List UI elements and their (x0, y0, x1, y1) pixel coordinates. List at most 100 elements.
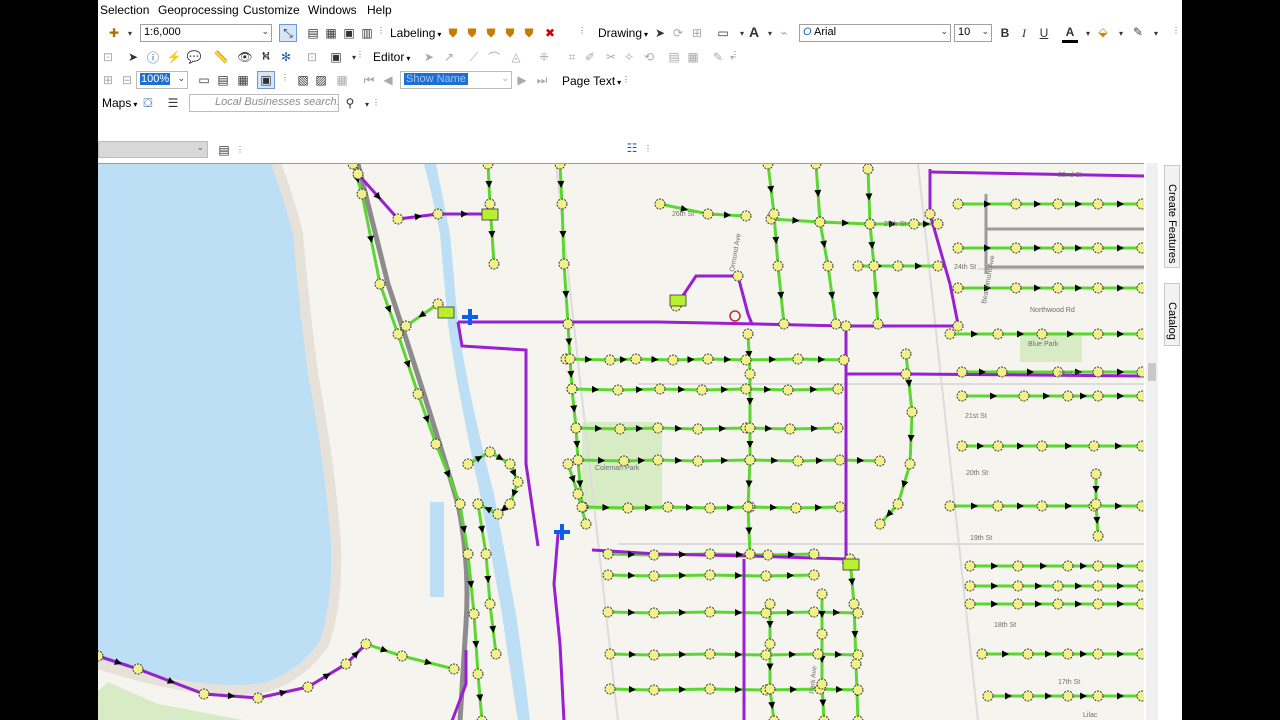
edit-vertices-icon[interactable]: ⌗ (564, 49, 580, 65)
junction-icon[interactable] (742, 501, 754, 513)
junction-icon[interactable] (790, 502, 802, 514)
new-text-icon[interactable]: A (746, 24, 762, 40)
junction-icon[interactable] (814, 216, 826, 228)
junction-icon[interactable] (892, 498, 904, 510)
junction-icon[interactable] (654, 198, 666, 210)
junction-icon[interactable] (696, 384, 708, 396)
junction-icon[interactable] (1052, 282, 1064, 294)
junction-icon[interactable] (852, 649, 864, 661)
add-data-icon[interactable]: ✚ (106, 25, 122, 41)
junction-icon[interactable] (604, 683, 616, 695)
ddp-refresh-icon[interactable]: ▨ (313, 72, 329, 88)
trace-icon[interactable]: ◬ (508, 49, 524, 65)
junction-icon[interactable] (768, 208, 780, 220)
sketch-properties-icon[interactable]: ▦ (685, 49, 701, 65)
junction-icon[interactable] (740, 354, 752, 366)
junction-icon[interactable] (908, 218, 920, 230)
network-map[interactable]: 26th St 25th St 24th St 21st St 20th St … (98, 164, 1144, 720)
junction-icon[interactable] (996, 366, 1008, 378)
junction-icon[interactable] (760, 649, 772, 661)
junction-icon[interactable] (1012, 598, 1024, 610)
junction-icon[interactable] (852, 260, 864, 272)
junction-icon[interactable] (792, 455, 804, 467)
line-color-icon[interactable]: ✎ (1130, 24, 1146, 40)
pump-station-icon[interactable] (842, 558, 860, 571)
junction-icon[interactable] (900, 348, 912, 360)
junction-icon[interactable] (740, 383, 752, 395)
create-features-tab[interactable]: Create Features (1164, 165, 1180, 268)
reshape-icon[interactable]: ✐ (582, 49, 598, 65)
junction-icon[interactable] (198, 688, 210, 700)
junction-icon[interactable] (862, 164, 874, 175)
junction-icon[interactable] (952, 198, 964, 210)
junction-icon[interactable] (744, 454, 756, 466)
junction-icon[interactable] (944, 500, 956, 512)
junction-icon[interactable] (874, 455, 886, 467)
junction-icon[interactable] (834, 501, 846, 513)
maps-menu[interactable]: Maps ▾ (102, 96, 137, 110)
junction-icon[interactable] (392, 328, 404, 340)
junction-icon[interactable] (356, 188, 368, 200)
junction-icon[interactable] (1062, 390, 1074, 402)
pause-labeling-icon[interactable]: ⛊ (521, 25, 537, 41)
straight-segment-icon[interactable]: ⟋ (466, 49, 482, 65)
map-vertical-scrollbar[interactable] (1146, 163, 1158, 720)
valve-icon[interactable] (729, 310, 741, 322)
junction-icon[interactable] (468, 608, 480, 620)
junction-icon[interactable] (964, 580, 976, 592)
junction-icon[interactable] (484, 446, 496, 458)
junction-icon[interactable] (572, 454, 584, 466)
junction-icon[interactable] (604, 354, 616, 366)
identify-icon[interactable]: ⓘ (145, 49, 161, 65)
create-viewer-icon[interactable]: ▣ (328, 49, 344, 65)
junction-icon[interactable] (1022, 648, 1034, 660)
edit-tool-icon[interactable]: ➤ (421, 49, 437, 65)
view-unplaced-labels-icon[interactable]: ✖ (542, 25, 558, 41)
junction-icon[interactable] (556, 198, 568, 210)
junction-icon[interactable] (784, 423, 796, 435)
junction-icon[interactable] (792, 353, 804, 365)
junction-icon[interactable] (952, 242, 964, 254)
junction-icon[interactable] (462, 548, 474, 560)
font-combo[interactable]: O Arial ⌄ (799, 24, 951, 42)
junction-icon[interactable] (1136, 390, 1144, 402)
junction-icon[interactable] (772, 260, 784, 272)
junction-icon[interactable] (622, 502, 634, 514)
junction-icon[interactable] (1010, 282, 1022, 294)
junction-icon[interactable] (1092, 198, 1104, 210)
junction-icon[interactable] (744, 422, 756, 434)
junction-icon[interactable] (1062, 648, 1074, 660)
junction-icon[interactable] (652, 422, 664, 434)
junction-icon[interactable] (602, 569, 614, 581)
junction-icon[interactable] (704, 606, 716, 618)
font-size-combo[interactable]: 10 ⌄ (954, 24, 992, 42)
table-of-contents-icon[interactable]: ▤ (305, 25, 321, 41)
junction-icon[interactable] (956, 440, 968, 452)
junction-icon[interactable] (704, 683, 716, 695)
junction-icon[interactable] (462, 458, 474, 470)
menu-customize[interactable]: Customize (243, 3, 300, 17)
junction-icon[interactable] (476, 715, 488, 720)
junction-icon[interactable] (992, 440, 1004, 452)
junction-icon[interactable] (742, 328, 754, 340)
rectangle-icon[interactable]: ▭ (715, 25, 731, 41)
junction-icon[interactable] (818, 715, 830, 720)
list-by-drawing-order-icon[interactable]: ☷ (624, 140, 640, 156)
junction-icon[interactable] (412, 388, 424, 400)
junction-icon[interactable] (504, 458, 516, 470)
junction-icon[interactable] (454, 498, 466, 510)
clear-selection-icon[interactable]: ⊡ (100, 49, 116, 65)
junction-icon[interactable] (1052, 242, 1064, 254)
junction-icon[interactable] (614, 423, 626, 435)
ddp-setup-icon[interactable]: ▧ (295, 72, 311, 88)
junction-icon[interactable] (484, 598, 496, 610)
junction-icon[interactable] (874, 518, 886, 530)
junction-icon[interactable] (472, 668, 484, 680)
drawing-menu[interactable]: Drawing ▾ (598, 26, 648, 40)
junction-icon[interactable] (692, 455, 704, 467)
junction-icon[interactable] (816, 588, 828, 600)
junction-icon[interactable] (982, 690, 994, 702)
junction-icon[interactable] (564, 353, 576, 365)
go-to-xy-icon[interactable]: ✻ (278, 49, 294, 65)
editor-toolbar-icon[interactable]: ⤡ (279, 24, 297, 42)
